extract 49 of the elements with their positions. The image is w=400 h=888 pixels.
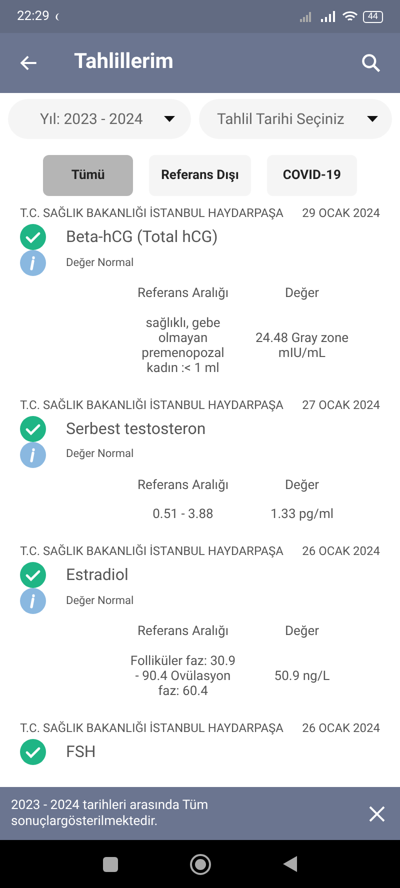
column-header: Değer — [284, 623, 320, 641]
filter-tab[interactable]: Referans Dışı — [149, 155, 251, 196]
status-text: Değer Normal — [66, 446, 134, 462]
institution-name: T.C. SAĞLIK BAKANLIĞI İSTANBUL HAYDARPAŞA — [20, 396, 284, 414]
reference-range: sağlıklı, gebe olmayan premenopozal kadın :< 1 ml — [140, 316, 226, 376]
test-name: Serbest testosteron — [66, 418, 206, 440]
result-value: 50.9 ng/L — [273, 668, 331, 684]
column-header: Değer — [284, 285, 320, 303]
institution-name: T.C. SAĞLIK BAKANLIĞI İSTANBUL HAYDARPAŞA — [20, 543, 284, 560]
wifi-icon — [342, 10, 358, 22]
signal-icon — [320, 11, 337, 22]
search-button[interactable] — [360, 52, 382, 74]
reference-range: 0.51 - 3.88 — [152, 507, 214, 522]
reference-range: Folliküler faz: 30.9 - 90.4 Ovülasyon faz: 60.4 — [129, 654, 237, 698]
info-icon — [20, 442, 46, 468]
result-date: 27 OCAK 2024 — [302, 396, 380, 414]
status-text: Değer Normal — [66, 592, 134, 609]
recents-button[interactable] — [103, 856, 118, 872]
info-icon — [20, 588, 46, 614]
result-date: 29 OCAK 2024 — [302, 205, 380, 222]
result-value: 24.48 Gray zone mIU/mL — [254, 330, 350, 360]
filter-tab[interactable]: Tümü — [43, 155, 134, 196]
date-input[interactable]: Tahlil Tarihi Seçiniz — [217, 108, 367, 130]
test-name: FSH — [66, 740, 96, 762]
home-button[interactable] — [190, 854, 211, 874]
result-date: 26 OCAK 2024 — [302, 543, 380, 560]
column-header: Referans Aralığı — [136, 285, 230, 303]
caret-icon — [367, 116, 378, 122]
column-header: Referans Aralığı — [136, 623, 230, 641]
snackbar-message: 2023 - 2024 tarihleri arasında Tüm sonuçlargösterilmektedir. — [11, 798, 210, 830]
back-nav-button[interactable] — [283, 856, 297, 872]
result-date: 26 OCAK 2024 — [302, 720, 380, 736]
info-icon — [20, 250, 46, 276]
institution-name: T.C. SAĞLIK BAKANLIĞI İSTANBUL HAYDARPAŞA — [20, 205, 284, 222]
status-text: Değer Normal — [66, 254, 134, 271]
close-button[interactable] — [369, 806, 385, 822]
year-dropdown[interactable]: Yıl: 2023 - 2024 — [8, 99, 191, 139]
filter-tab[interactable]: COVID-19 — [266, 155, 357, 196]
test-name: Beta-hCG (Total hCG) — [66, 226, 218, 248]
date-dropdown[interactable]: Tahlil Tarihi Seçiniz — [199, 99, 392, 139]
test-name: Estradiol — [66, 564, 128, 586]
caret-icon — [164, 116, 175, 122]
battery-icon: 44 — [362, 10, 383, 22]
column-header: Referans Aralığı — [136, 476, 230, 494]
clock: 22:29 — [17, 8, 50, 26]
institution-name: T.C. SAĞLIK BAKANLIĞI İSTANBUL HAYDARPAŞA — [20, 720, 284, 736]
column-header: Değer — [284, 476, 320, 494]
page-title: Tahlillerim — [74, 49, 174, 76]
result-value: 1.33 pg/ml — [269, 507, 335, 522]
